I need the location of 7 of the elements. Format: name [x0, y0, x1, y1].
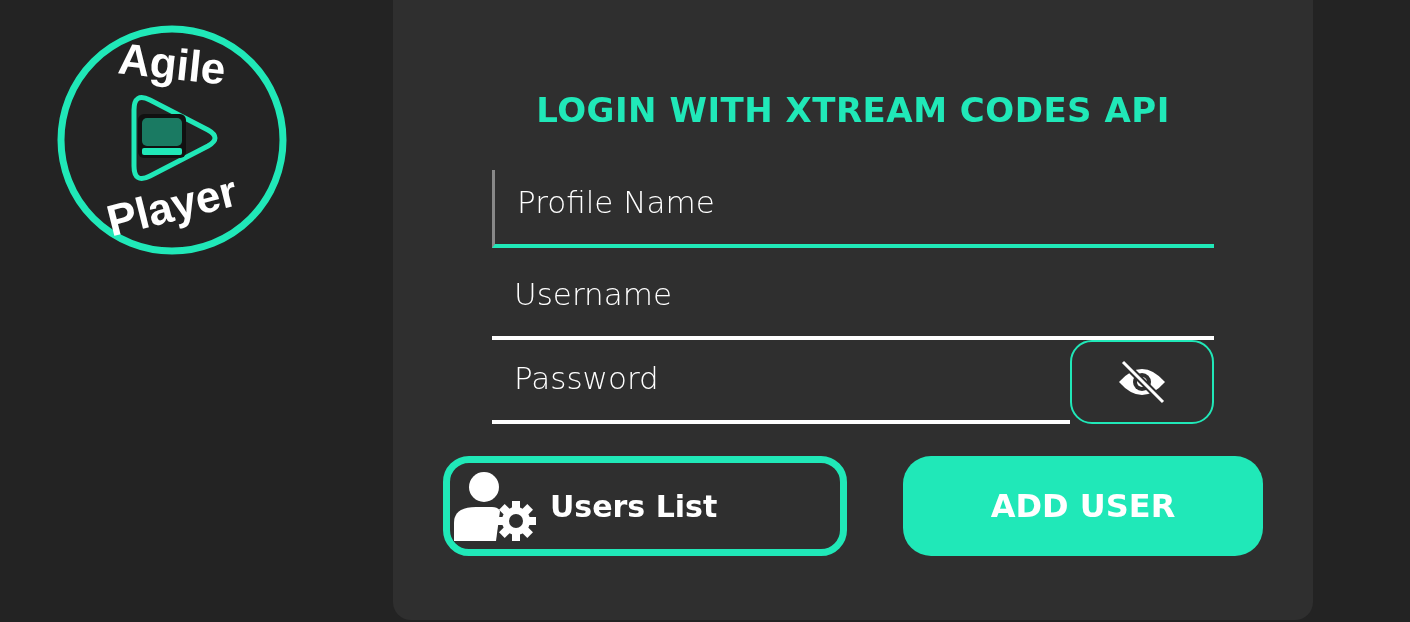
users-list-button[interactable]: Users List [443, 456, 847, 556]
user-settings-icon [454, 471, 536, 541]
logo: Agile Player [56, 24, 288, 256]
login-title: LOGIN WITH XTREAM CODES API [536, 90, 1170, 130]
input-field[interactable]: Profile Name [492, 170, 1214, 248]
hide-password-button[interactable] [1070, 340, 1214, 424]
eye-slash-icon [1117, 360, 1167, 404]
